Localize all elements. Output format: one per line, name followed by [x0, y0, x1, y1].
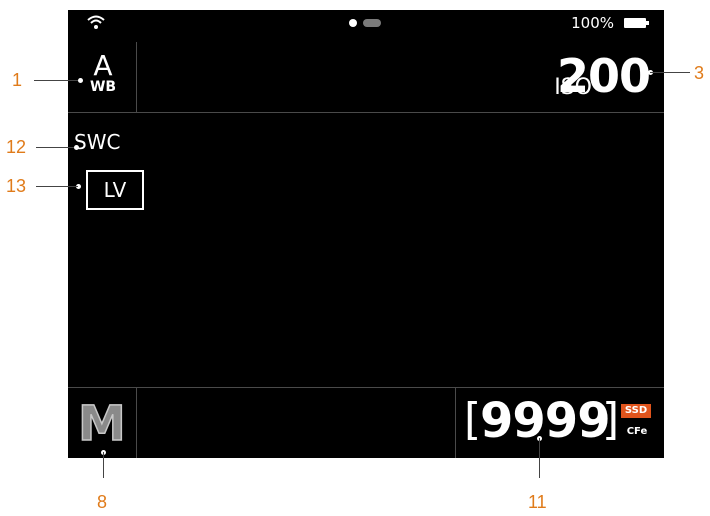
callout-3-leader [650, 72, 690, 73]
white-balance-label: WB [89, 79, 117, 95]
bracket-close: ] [602, 394, 620, 445]
white-balance-mode: A [93, 49, 113, 82]
callout-8-leader [103, 452, 104, 478]
page-indicator-inactive-dot[interactable] [363, 19, 381, 27]
callout-13: 13 [6, 176, 27, 196]
mode-divider [136, 387, 137, 458]
callout-11: 11 [528, 492, 547, 512]
battery-tip [646, 21, 649, 25]
wb-divider [136, 42, 137, 112]
camera-screen: 100% A WB ISO 200 SWC LV M [ 9999 ] SSD … [68, 10, 664, 458]
bracket-open: [ [464, 394, 482, 445]
storage-badge: SSD [621, 404, 651, 418]
callout-1-leader [34, 80, 78, 81]
callout-11-leader [539, 438, 540, 478]
callout-8: 8 [97, 492, 108, 512]
callout-3: 3 [694, 63, 705, 83]
iso-value[interactable]: 200 [557, 50, 651, 102]
page-indicator-active-dot[interactable] [349, 19, 357, 27]
white-balance-button[interactable]: A WB [86, 52, 120, 98]
bottom-divider [68, 387, 664, 388]
shots-divider [455, 387, 456, 458]
lens-label: SWC [74, 130, 121, 154]
battery-icon [624, 18, 646, 28]
live-view-button[interactable]: LV [86, 170, 144, 210]
wifi-icon [87, 15, 105, 29]
callout-1: 1 [12, 70, 23, 90]
battery-percent: 100% [571, 14, 614, 32]
storage-type: CFe [626, 426, 648, 437]
top-divider [68, 112, 664, 113]
callout-1-anchor [78, 78, 83, 83]
callout-13-leader [36, 186, 78, 187]
callout-12-leader [36, 147, 74, 148]
callout-12: 12 [6, 137, 27, 157]
callout-12-anchor [74, 145, 79, 150]
exposure-mode[interactable]: M [77, 397, 126, 451]
